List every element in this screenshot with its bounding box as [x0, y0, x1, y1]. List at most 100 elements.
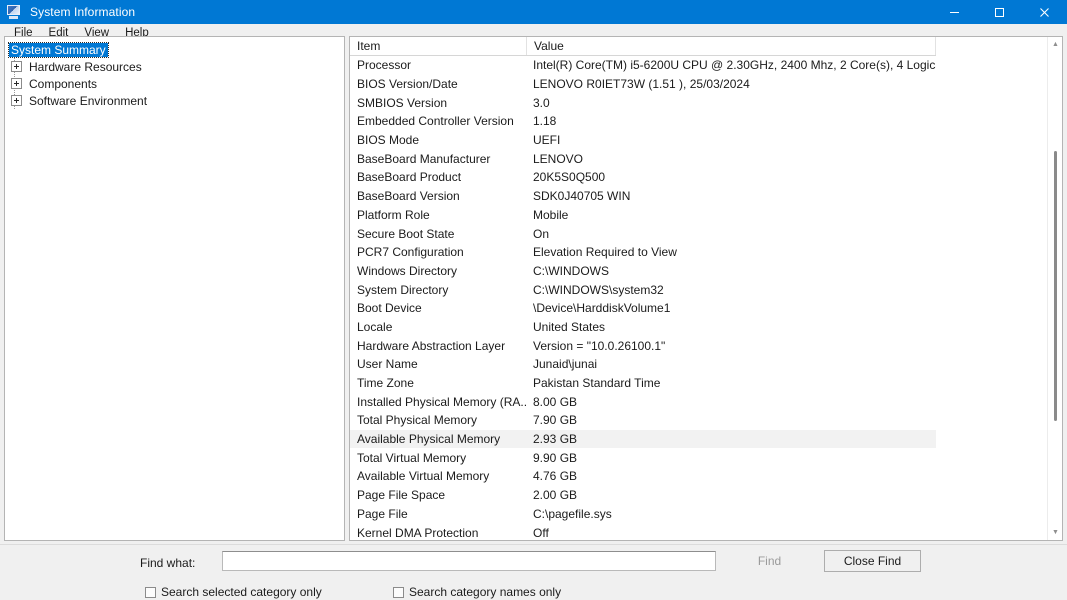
row-value-cell: C:\WINDOWS\system32 [533, 282, 664, 297]
column-header-value[interactable]: Value [527, 37, 936, 55]
expand-plus-icon[interactable] [11, 61, 22, 72]
table-row[interactable]: Available Physical Memory 2.93 GB [350, 429, 936, 449]
row-value-cell: On [533, 226, 550, 241]
expand-plus-icon[interactable] [11, 78, 22, 89]
table-row[interactable]: SMBIOS Version 3.0 [350, 93, 936, 112]
details-list-pane: Item Value Processor Intel(R) Core(TM) i5… [349, 36, 1063, 541]
table-row[interactable]: Total Physical Memory 7.90 GB [350, 411, 936, 430]
table-row[interactable]: BaseBoard Product 20K5S0Q500 [350, 168, 936, 187]
minimize-icon[interactable] [932, 0, 977, 24]
row-item-cell: User Name [357, 357, 418, 372]
table-row[interactable]: Secure Boot State On [350, 224, 936, 243]
row-value-cell: SDK0J40705 WIN [533, 189, 631, 204]
window-title: System Information [30, 5, 136, 19]
list-rows: Processor Intel(R) Core(TM) i5-6200U CPU … [350, 56, 936, 540]
row-value-cell: Version = "10.0.26100.1" [533, 338, 666, 353]
table-row[interactable]: Boot Device \Device\HarddiskVolume1 [350, 299, 936, 318]
row-value-cell: 3.0 [533, 95, 550, 110]
table-row[interactable]: Page File Space 2.00 GB [350, 486, 936, 505]
table-row[interactable]: BIOS Version/Date LENOVO R0IET73W (1.51 )… [350, 75, 936, 94]
table-row[interactable]: Windows Directory C:\WINDOWS [350, 262, 936, 281]
row-value-cell: Mobile [533, 207, 569, 222]
find-button[interactable]: Find [721, 550, 818, 572]
row-value-cell: Elevation Required to View [533, 245, 677, 260]
row-value-cell: C:\pagefile.sys [533, 506, 612, 521]
row-item-cell: SMBIOS Version [357, 95, 448, 110]
row-value-cell: 1.18 [533, 114, 557, 129]
scroll-up-arrow-icon[interactable]: ▲ [1048, 37, 1062, 52]
row-item-cell: BaseBoard Version [357, 189, 460, 204]
window-controls [932, 0, 1067, 24]
sidebar-item-label: Components [29, 76, 98, 91]
table-row[interactable]: Embedded Controller Version 1.18 [350, 112, 936, 131]
system-information-icon [6, 4, 22, 20]
expand-plus-icon[interactable] [11, 95, 22, 106]
row-item-cell: Kernel DMA Protection [357, 525, 479, 540]
row-item-cell: Total Virtual Memory [357, 450, 467, 465]
table-row[interactable]: User Name Junaid\junai [350, 355, 936, 374]
table-row[interactable]: BIOS Mode UEFI [350, 131, 936, 150]
table-row[interactable]: BaseBoard Version SDK0J40705 WIN [350, 187, 936, 206]
scroll-down-arrow-icon[interactable]: ▼ [1048, 525, 1062, 540]
table-row[interactable]: Platform Role Mobile [350, 206, 936, 225]
row-value-cell: Junaid\junai [533, 357, 598, 372]
table-row[interactable]: Hardware Abstraction Layer Version = "10.… [350, 336, 936, 355]
find-input[interactable] [222, 551, 716, 571]
row-item-cell: Platform Role [357, 207, 430, 222]
table-row[interactable]: Page File C:\pagefile.sys [350, 505, 936, 524]
column-header-item[interactable]: Item [350, 37, 527, 55]
checkbox-box-icon[interactable] [393, 586, 404, 598]
row-item-cell: Secure Boot State [357, 226, 455, 241]
checkbox-box-icon[interactable] [145, 586, 156, 598]
maximize-icon[interactable] [977, 0, 1022, 24]
table-row[interactable]: Installed Physical Memory (RA... 8.00 GB [350, 392, 936, 411]
row-value-cell: Off [533, 525, 549, 540]
row-item-cell: Time Zone [357, 376, 414, 391]
row-item-cell: Available Virtual Memory [357, 469, 490, 484]
row-value-cell: C:\WINDOWS [533, 263, 609, 278]
table-row[interactable]: BaseBoard Manufacturer LENOVO [350, 149, 936, 168]
sidebar-item-label: Software Environment [29, 93, 148, 108]
sidebar-item-software-environment[interactable]: Software Environment [5, 92, 344, 109]
row-item-cell: System Directory [357, 282, 449, 297]
table-row[interactable]: Time Zone Pakistan Standard Time [350, 374, 936, 393]
checkbox-label: Search selected category only [161, 585, 322, 599]
sidebar-item-hardware-resources[interactable]: Hardware Resources [5, 58, 344, 75]
row-value-cell: 4.76 GB [533, 469, 578, 484]
table-row[interactable]: Total Virtual Memory 9.90 GB [350, 448, 936, 467]
row-item-cell: BIOS Mode [357, 133, 420, 148]
row-item-cell: Page File Space [357, 488, 446, 503]
sidebar-item-system-summary[interactable]: System Summary [5, 41, 344, 58]
sidebar-item-components[interactable]: Components [5, 75, 344, 92]
close-icon[interactable] [1022, 0, 1067, 24]
row-item-cell: Locale [357, 319, 393, 334]
table-row[interactable]: PCR7 Configuration Elevation Required to … [350, 243, 936, 262]
table-row[interactable]: System Directory C:\WINDOWS\system32 [350, 280, 936, 299]
scrollbar-track[interactable]: ▲ ▼ [1048, 37, 1062, 540]
row-value-cell: 2.00 GB [533, 488, 578, 503]
category-tree-pane: System Summary Hardware Resources Compon… [4, 36, 345, 541]
row-value-cell: Pakistan Standard Time [533, 376, 661, 391]
row-value-cell: 8.00 GB [533, 394, 578, 409]
scrollbar-thumb[interactable] [1054, 151, 1057, 421]
row-item-cell: Total Physical Memory [357, 413, 478, 428]
checkbox-label: Search category names only [409, 585, 562, 599]
close-find-button[interactable]: Close Find [824, 550, 921, 572]
find-bar: Find what: Find Close Find Search select… [0, 544, 1067, 600]
table-row[interactable]: Available Virtual Memory 4.76 GB [350, 467, 936, 486]
table-row[interactable]: Locale United States [350, 318, 936, 337]
row-item-cell: Windows Directory [357, 263, 458, 278]
table-row[interactable]: Processor Intel(R) Core(TM) i5-6200U CPU … [350, 56, 936, 75]
search-selected-category-checkbox[interactable]: Search selected category only [145, 585, 322, 599]
row-item-cell: Page File [357, 506, 408, 521]
row-item-cell: Available Physical Memory [357, 432, 501, 447]
row-value-cell: 9.90 GB [533, 450, 578, 465]
content-area: System Summary Hardware Resources Compon… [0, 36, 1067, 544]
table-row[interactable]: Kernel DMA Protection Off [350, 523, 936, 540]
row-item-cell: Processor [357, 58, 412, 73]
row-value-cell: 7.90 GB [533, 413, 578, 428]
row-item-cell: Installed Physical Memory (RA... [357, 394, 527, 409]
list-vertical-scrollbar[interactable]: ▲ ▼ [1047, 37, 1062, 540]
row-item-cell: Hardware Abstraction Layer [357, 338, 506, 353]
search-category-names-checkbox[interactable]: Search category names only [393, 585, 561, 599]
